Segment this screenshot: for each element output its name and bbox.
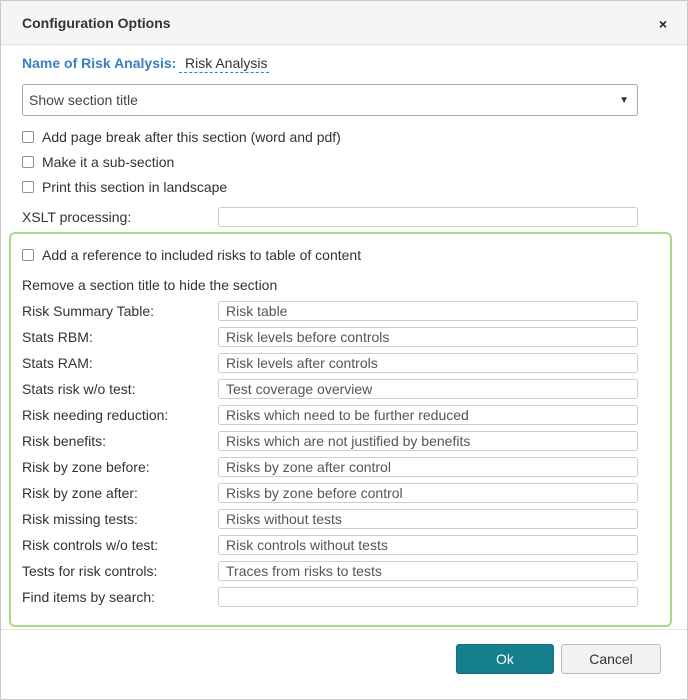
field-label-stats-risk-without-test: Stats risk w/o test: <box>22 381 136 397</box>
section-hint: Remove a section title to hide the secti… <box>22 277 278 293</box>
landscape-checkbox[interactable] <box>22 181 34 193</box>
input-risk-benefits[interactable]: Risks which are not justified by benefit… <box>218 431 638 451</box>
field-label-risk-by-zone-before: Risk by zone before: <box>22 459 150 475</box>
field-label-find-items-by-search: Find items by search: <box>22 589 156 605</box>
input-risk-by-zone-before[interactable]: Risks by zone after control <box>218 457 638 477</box>
field-label-risk-controls-without-test: Risk controls w/o test: <box>22 537 159 553</box>
sub-section-label: Make it a sub-section <box>42 154 175 170</box>
input-risk-needing-reduction[interactable]: Risks which need to be further reduced <box>218 405 638 425</box>
page-break-label: Add page break after this section (word … <box>42 129 341 145</box>
field-label-stats-rbm: Stats RBM: <box>22 329 93 345</box>
input-stats-rbm[interactable]: Risk levels before controls <box>218 327 638 347</box>
close-icon[interactable]: × <box>655 16 671 32</box>
xslt-input[interactable] <box>218 207 638 227</box>
field-label-risk-benefits: Risk benefits: <box>22 433 107 449</box>
input-tests-for-risk-controls[interactable]: Traces from risks to tests <box>218 561 638 581</box>
input-find-items-by-search[interactable] <box>218 587 638 607</box>
field-label-risk-needing-reduction: Risk needing reduction: <box>22 407 169 423</box>
page-break-checkbox[interactable] <box>22 131 34 143</box>
field-label-risk-summary-table: Risk Summary Table: <box>22 303 155 319</box>
section-title-select[interactable]: Show section title ▼ <box>22 84 638 116</box>
input-stats-risk-without-test[interactable]: Test coverage overview <box>218 379 638 399</box>
sub-section-checkbox[interactable] <box>22 156 34 168</box>
input-risk-missing-tests[interactable]: Risks without tests <box>218 509 638 529</box>
dialog-titlebar: Configuration Options × <box>1 1 687 45</box>
ok-button[interactable]: Ok <box>456 644 554 674</box>
section-title-select-value: Show section title <box>29 92 138 108</box>
name-label: Name of Risk Analysis: <box>22 55 177 71</box>
input-risk-controls-without-test[interactable]: Risk controls without tests <box>218 535 638 555</box>
configuration-dialog: Configuration Options × Name of Risk Ana… <box>0 0 688 700</box>
landscape-label: Print this section in landscape <box>42 179 228 195</box>
input-risk-by-zone-after[interactable]: Risks by zone before control <box>218 483 638 503</box>
chevron-down-icon: ▼ <box>619 95 629 106</box>
field-label-stats-ram: Stats RAM: <box>22 355 93 371</box>
field-label-risk-by-zone-after: Risk by zone after: <box>22 485 138 501</box>
toc-reference-checkbox[interactable] <box>22 249 34 261</box>
input-risk-summary-table[interactable]: Risk table <box>218 301 638 321</box>
toc-reference-label: Add a reference to included risks to tab… <box>42 247 362 263</box>
cancel-button[interactable]: Cancel <box>561 644 661 674</box>
field-label-tests-for-risk-controls: Tests for risk controls: <box>22 563 158 579</box>
xslt-label: XSLT processing: <box>22 209 132 225</box>
input-stats-ram[interactable]: Risk levels after controls <box>218 353 638 373</box>
dialog-footer: Ok Cancel <box>1 629 687 699</box>
name-editable-value[interactable]: Risk Analysis <box>179 55 270 73</box>
field-label-risk-missing-tests: Risk missing tests: <box>22 511 138 527</box>
dialog-title: Configuration Options <box>22 15 171 31</box>
